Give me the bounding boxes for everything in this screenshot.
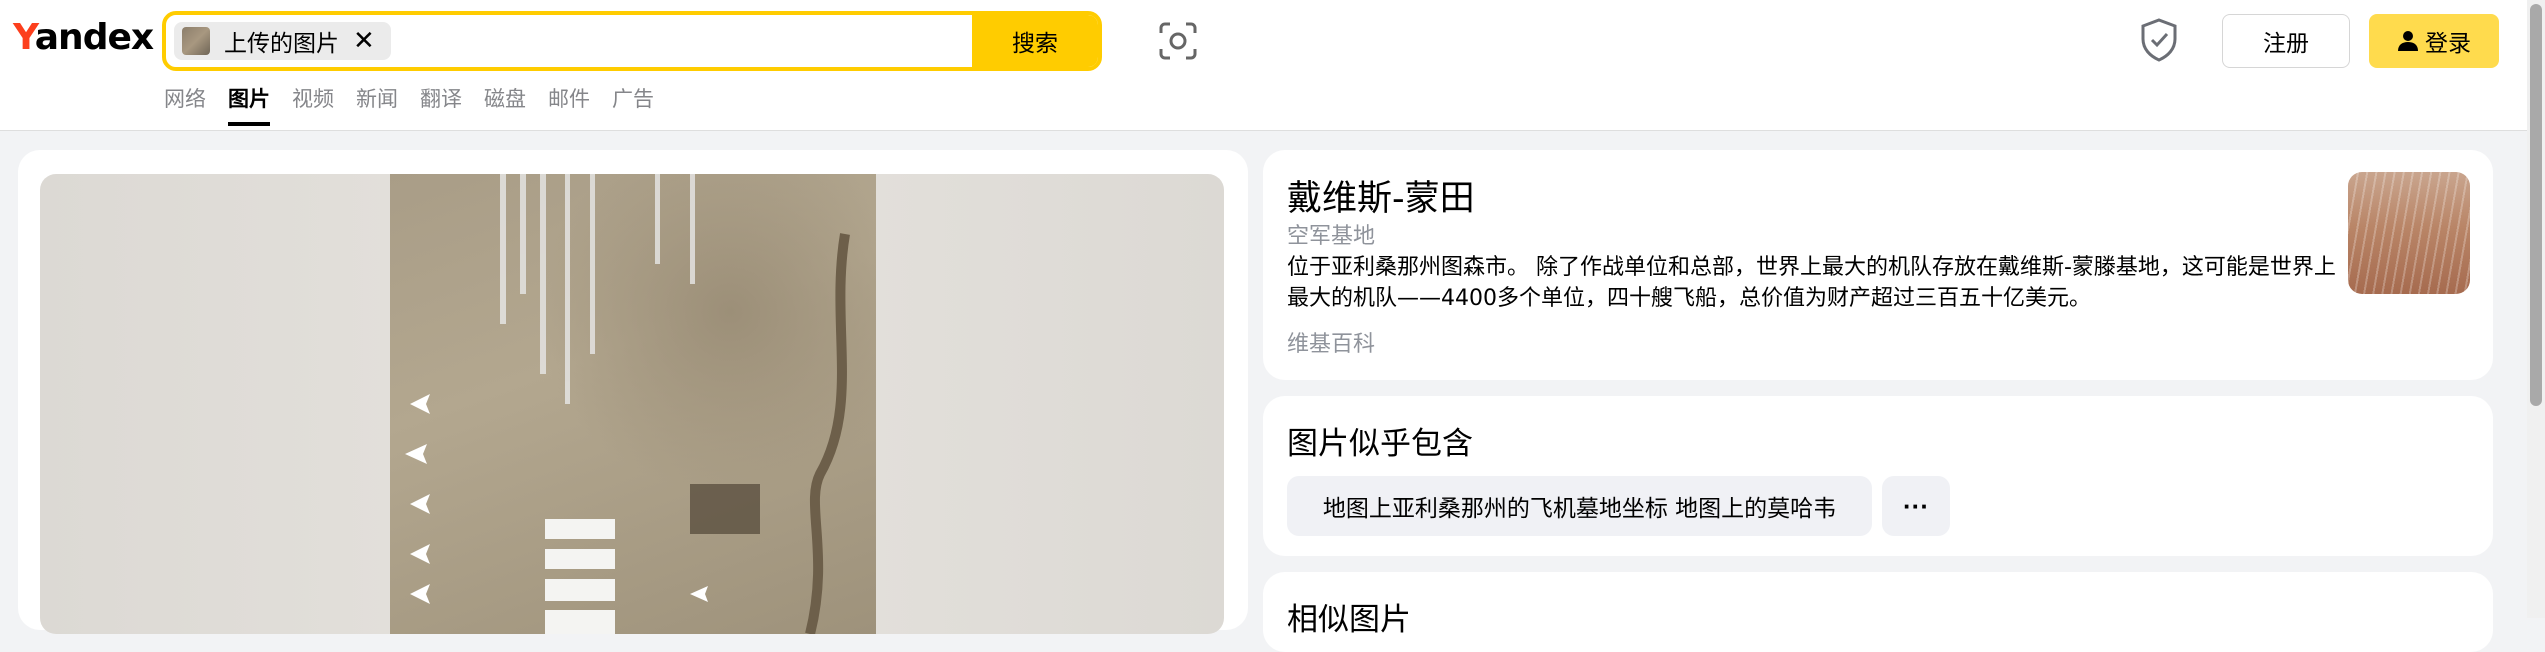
- similar-title: 相似图片: [1287, 602, 1411, 638]
- entity-thumbnail[interactable]: [2348, 172, 2470, 294]
- close-icon[interactable]: ✕: [353, 28, 375, 54]
- contains-tag-chip[interactable]: 地图上亚利桑那州的飞机墓地坐标 地图上的莫哈韦: [1287, 476, 1872, 536]
- register-button[interactable]: 注册: [2222, 14, 2350, 68]
- search-box[interactable]: 上传的图片 ✕ 搜索: [162, 11, 1102, 71]
- search-button[interactable]: 搜索: [972, 15, 1098, 67]
- image-preview-panel: [18, 150, 1248, 634]
- uploaded-image-chip[interactable]: 上传的图片 ✕: [174, 22, 391, 60]
- image-preview[interactable]: [40, 174, 1224, 634]
- tab-images[interactable]: 图片: [228, 83, 270, 126]
- entity-source-link[interactable]: 维基百科: [1287, 326, 1375, 358]
- image-contains-card: 图片似乎包含 地图上亚利桑那州的飞机墓地坐标 地图上的莫哈韦 ···: [1263, 396, 2493, 556]
- login-button[interactable]: 登录: [2369, 14, 2499, 68]
- tab-ads[interactable]: 广告: [612, 83, 654, 123]
- header: Yandex 上传的图片 ✕ 搜索 网络 图片 视频 新闻 翻译 磁盘 邮件 广…: [0, 0, 2527, 131]
- entity-subtitle: 空军基地: [1287, 224, 1376, 249]
- chip-label: 上传的图片: [224, 31, 339, 57]
- image-thumb-icon: [182, 27, 210, 55]
- entity-description: 位于亚利桑那州图森市。 除了作战单位和总部，世界上最大的机队存放在戴维斯-蒙滕基…: [1287, 255, 2336, 311]
- search-tabs: 网络 图片 视频 新闻 翻译 磁盘 邮件 广告: [164, 83, 654, 126]
- uploaded-aerial-image: [390, 174, 876, 634]
- similar-images-card: 相似图片: [1263, 572, 2493, 652]
- tab-news[interactable]: 新闻: [356, 83, 398, 123]
- login-label: 登录: [2425, 31, 2471, 57]
- tab-video[interactable]: 视频: [292, 83, 334, 123]
- shield-check-icon[interactable]: [2139, 17, 2179, 63]
- camera-lens-icon[interactable]: [1157, 20, 1199, 62]
- tab-web[interactable]: 网络: [164, 83, 206, 123]
- contains-title: 图片似乎包含: [1287, 426, 1473, 462]
- page-scrollbar[interactable]: [2527, 0, 2545, 618]
- scrollbar-thumb[interactable]: [2530, 4, 2542, 406]
- yandex-logo[interactable]: Yandex: [13, 14, 154, 62]
- tab-mail[interactable]: 邮件: [548, 83, 590, 123]
- user-icon: [2398, 31, 2418, 51]
- more-icon[interactable]: ···: [1882, 476, 1950, 536]
- entity-info-card: 戴维斯-蒙田 空军基地 位于亚利桑那州图森市。 除了作战单位和总部，世界上最大的…: [1263, 150, 2493, 380]
- tab-translate[interactable]: 翻译: [420, 83, 462, 123]
- tab-disk[interactable]: 磁盘: [484, 83, 526, 123]
- entity-title[interactable]: 戴维斯-蒙田: [1287, 170, 1475, 221]
